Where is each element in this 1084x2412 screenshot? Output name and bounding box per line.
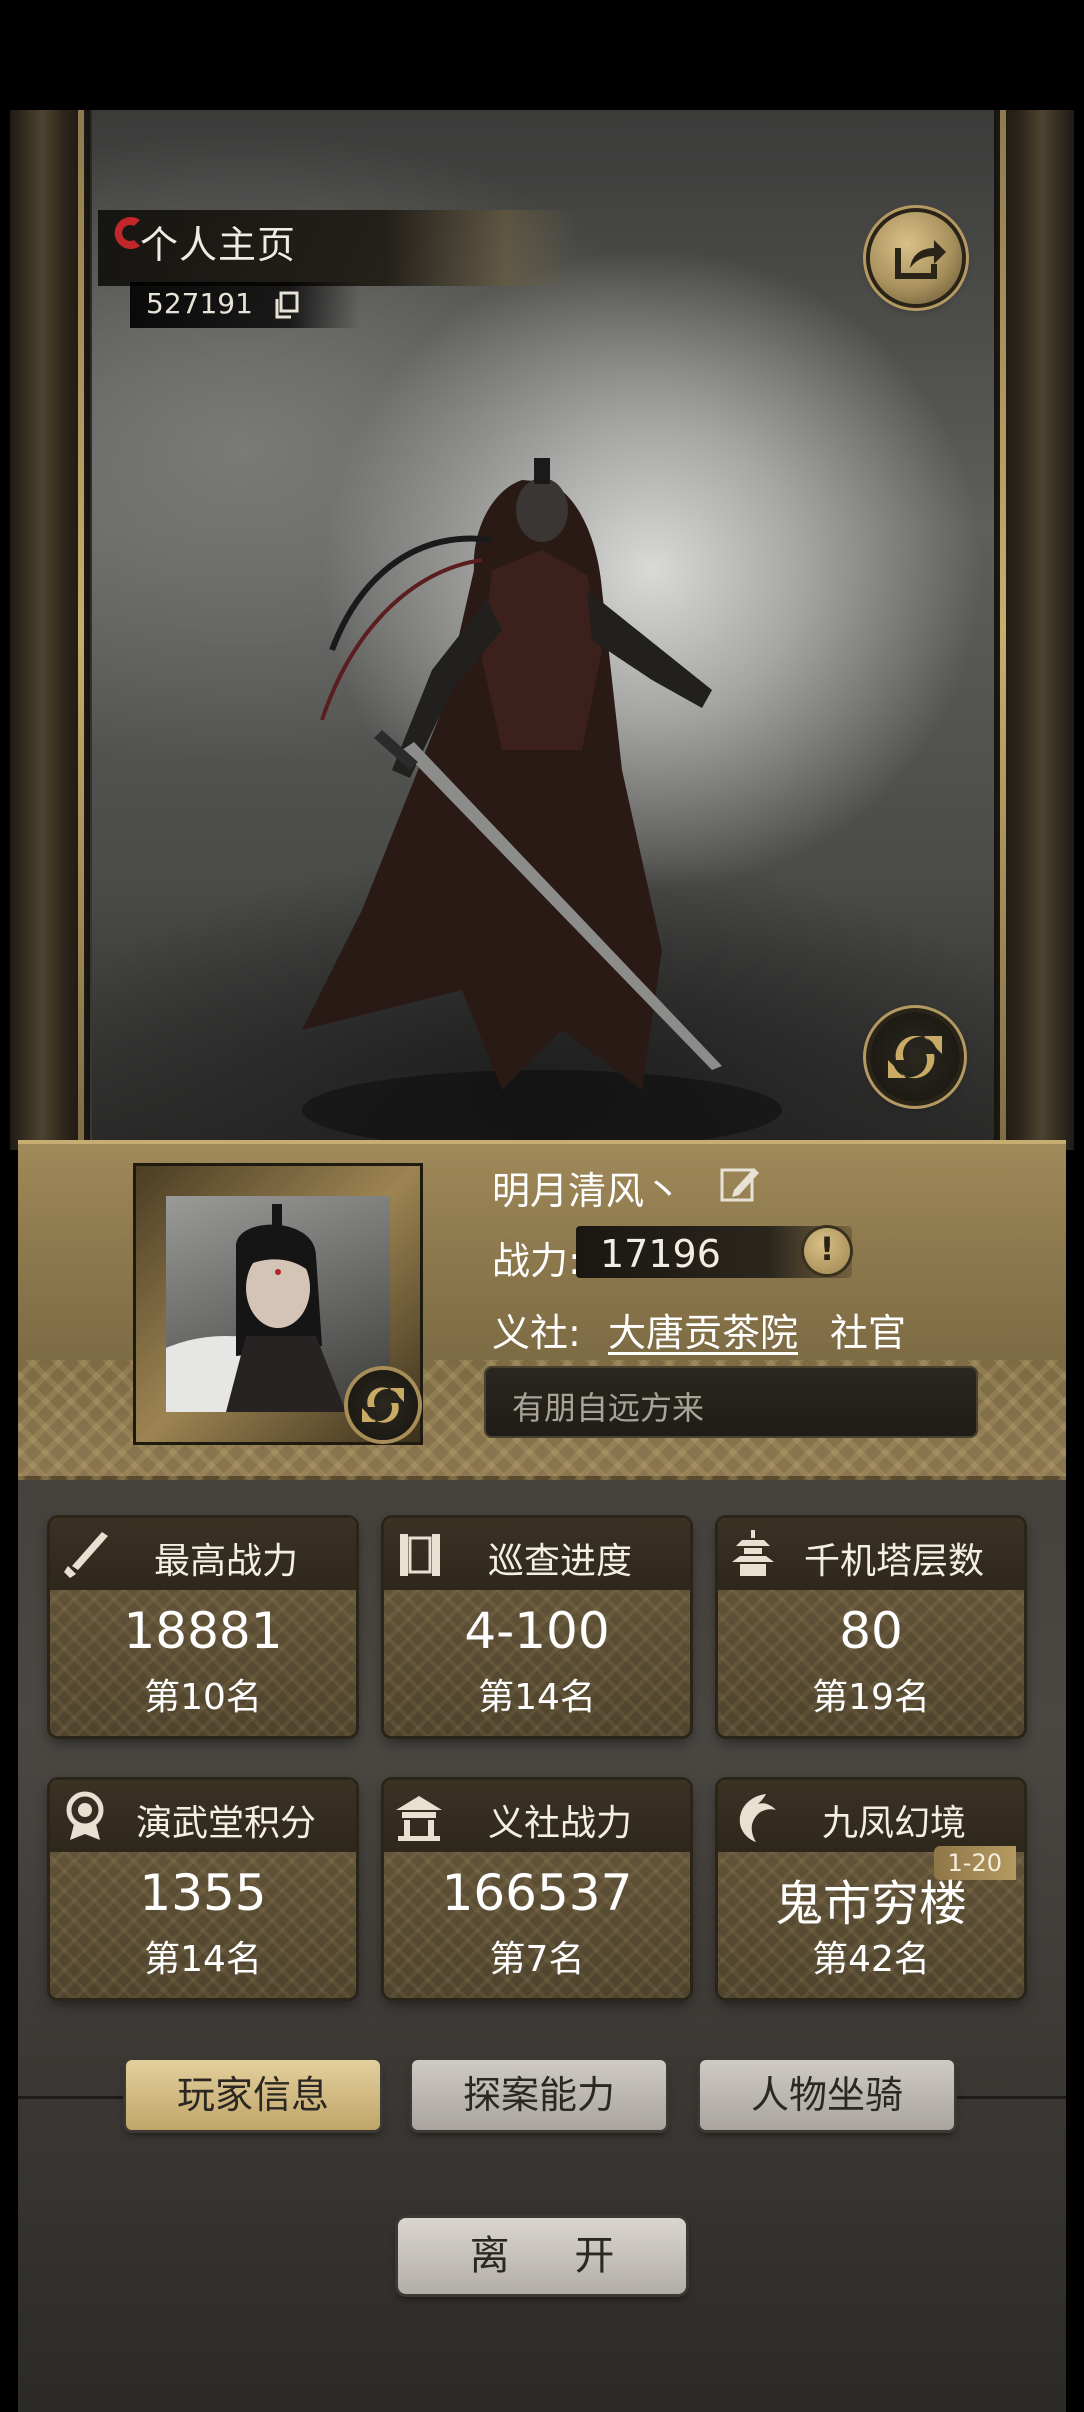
scroll-icon	[400, 1534, 440, 1576]
guild-role: 社官	[830, 1311, 907, 1355]
medal-icon	[66, 1791, 104, 1840]
hall-icon	[396, 1796, 442, 1841]
stat-card-arena-score[interactable]: 演武堂积分 1355 第14名	[50, 1780, 356, 1998]
edit-icon[interactable]	[718, 1162, 762, 1206]
sword-icon	[64, 1532, 108, 1578]
player-id: 527191	[146, 287, 253, 320]
stat-card-guild-power[interactable]: 义社战力 166537 第7名	[384, 1780, 690, 1998]
player-name: 明月清风丶	[492, 1169, 683, 1213]
tab-divider-left	[18, 2096, 128, 2099]
power-value: 17196	[600, 1232, 721, 1276]
stat-rank: 第14名	[478, 1677, 596, 1718]
share-button[interactable]	[870, 212, 962, 304]
stat-value: 鬼市穷楼	[774, 1876, 967, 1932]
stat-label: 九凤幻境	[821, 1803, 966, 1844]
guild-label: 义社:	[492, 1311, 581, 1355]
page-title: 个人主页	[140, 223, 297, 267]
power-label: 战力:	[492, 1239, 581, 1283]
exclamation-icon: !	[819, 1230, 835, 1268]
stat-card-patrol-progress[interactable]: 巡查进度 4-100 第14名	[384, 1518, 690, 1736]
refresh-icon	[888, 1035, 942, 1079]
stat-value: 18881	[123, 1602, 283, 1660]
stat-value: 1355	[139, 1864, 267, 1922]
tab-divider-right	[956, 2096, 1066, 2099]
leave-button[interactable]: 离 开	[398, 2218, 686, 2294]
stat-rank: 第10名	[144, 1677, 262, 1718]
stat-label: 最高战力	[153, 1541, 298, 1582]
left-pillar-decoration	[10, 110, 90, 1150]
tab-investigation-ability[interactable]: 探案能力	[412, 2060, 666, 2130]
stat-card-tower-floor[interactable]: 千机塔层数 80 第19名	[718, 1518, 1024, 1736]
switch-character-button[interactable]	[870, 1012, 960, 1102]
tab-player-info[interactable]: 玩家信息	[126, 2060, 380, 2130]
avatar-switch-button[interactable]	[348, 1370, 418, 1440]
pagoda-icon	[732, 1530, 774, 1576]
stat-value: 80	[839, 1602, 903, 1660]
stat-label: 义社战力	[487, 1803, 632, 1844]
stat-rank: 第14名	[144, 1939, 262, 1980]
stat-value: 4-100	[464, 1602, 610, 1660]
stat-rank: 第7名	[489, 1939, 585, 1980]
refresh-icon	[362, 1387, 404, 1423]
phoenix-icon	[739, 1794, 776, 1842]
stat-card-phoenix-realm[interactable]: 九凤幻境 1-20 鬼市穷楼 第42名	[718, 1780, 1024, 1998]
copy-icon[interactable]	[272, 290, 302, 320]
guild-name-link[interactable]: 大唐贡茶院	[608, 1302, 798, 1357]
stat-rank: 第42名	[812, 1939, 930, 1980]
stat-rank: 第19名	[812, 1677, 930, 1718]
stat-label: 千机塔层数	[803, 1541, 984, 1582]
stat-value: 166537	[441, 1864, 633, 1922]
tab-mount[interactable]: 人物坐骑	[700, 2060, 954, 2130]
stat-label: 演武堂积分	[135, 1803, 316, 1844]
share-icon	[895, 240, 946, 279]
power-info-button[interactable]: !	[804, 1228, 850, 1274]
right-pillar-decoration	[994, 110, 1074, 1150]
stat-card-max-power[interactable]: 最高战力 18881 第10名	[50, 1518, 356, 1736]
motto-text: 有朋自远方来	[512, 1389, 705, 1427]
character-figure	[302, 458, 782, 1150]
stat-label: 巡查进度	[487, 1541, 632, 1582]
